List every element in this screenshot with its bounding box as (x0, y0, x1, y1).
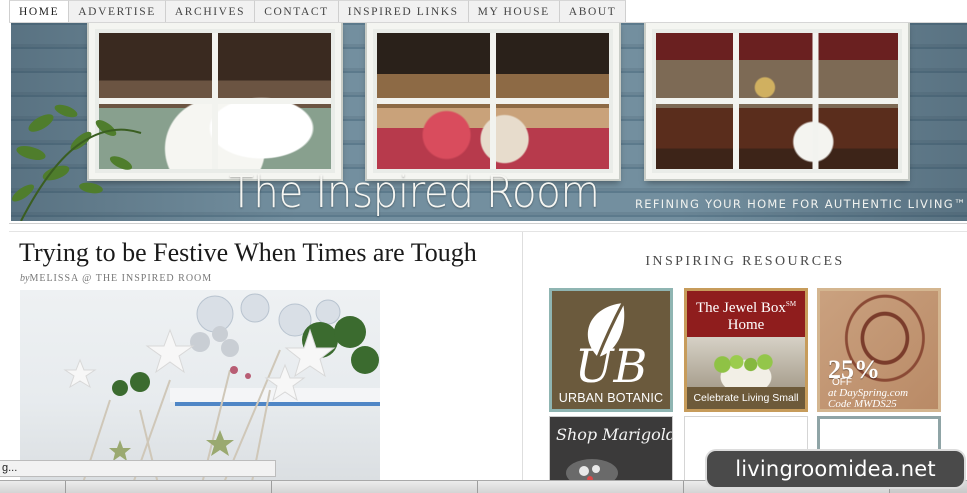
nav-my-house[interactable]: MY HOUSE (468, 0, 560, 22)
ad-ub-name: URBAN BOTANIC (558, 391, 664, 405)
post-byline: byMELISSA @ THE INSPIRED ROOM (20, 273, 212, 284)
ad-jb-footer: Celebrate Living Small (687, 387, 805, 409)
ad-dayspring[interactable]: 25% OFF at DaySpring.com Code MWDS25 (817, 288, 941, 412)
ad-jb-sm: SM (785, 300, 797, 308)
nav-home[interactable]: HOME (9, 0, 70, 22)
window-muntins (656, 33, 898, 169)
site-tagline: REFINING YOUR HOME FOR AUTHENTIC LIVING™ (635, 197, 967, 211)
site-logo[interactable]: The Inspired Room (229, 167, 600, 218)
browser-tab[interactable] (272, 481, 478, 493)
ad-ub-monogram: UB (574, 339, 648, 393)
ad-jb-title: The Jewel BoxSM Home (687, 291, 805, 337)
apple-bowl-photo (687, 337, 805, 387)
plant-icon (11, 104, 142, 221)
column-divider (522, 232, 523, 492)
dining-window (646, 23, 908, 179)
ad-jb-title-line2: Home (727, 317, 765, 333)
ad-ds-code: Code MWDS25 (828, 398, 897, 410)
nav-inspired-links[interactable]: INSPIRED LINKS (338, 0, 469, 22)
divider (9, 223, 967, 224)
header-banner[interactable]: The Inspired Room REFINING YOUR HOME FOR… (11, 23, 967, 221)
watermark: livingroomidea.net (707, 451, 964, 487)
kitchen-window (367, 23, 619, 179)
browser-tab[interactable] (0, 481, 66, 493)
browser-tab[interactable] (478, 481, 684, 493)
window-muntins (377, 33, 609, 169)
ad-jb-title-line1: The Jewel Box (695, 300, 786, 316)
post-title[interactable]: Trying to be Festive When Times are Toug… (19, 238, 477, 268)
nav-about[interactable]: ABOUT (559, 0, 627, 22)
nav-advertise[interactable]: ADVERTISE (69, 0, 166, 22)
nav-contact[interactable]: CONTACT (255, 0, 339, 22)
browser-tab[interactable] (66, 481, 272, 493)
browser-status-bar: g... (0, 460, 276, 477)
nav-archives[interactable]: ARCHIVES (165, 0, 256, 22)
post-author[interactable]: MELISSA @ THE INSPIRED ROOM (29, 273, 212, 284)
sidebar-title: INSPIRING RESOURCES (645, 254, 845, 269)
ad-urban-botanic[interactable]: UB URBAN BOTANIC (549, 288, 673, 412)
ad-jewel-box[interactable]: The Jewel BoxSM Home Celebrate Living Sm… (684, 288, 808, 412)
top-nav: HOME ADVERTISE ARCHIVES CONTACT INSPIRED… (9, 0, 967, 23)
ad-mg-title: Shop Marigold (556, 425, 673, 444)
divider (9, 231, 967, 232)
